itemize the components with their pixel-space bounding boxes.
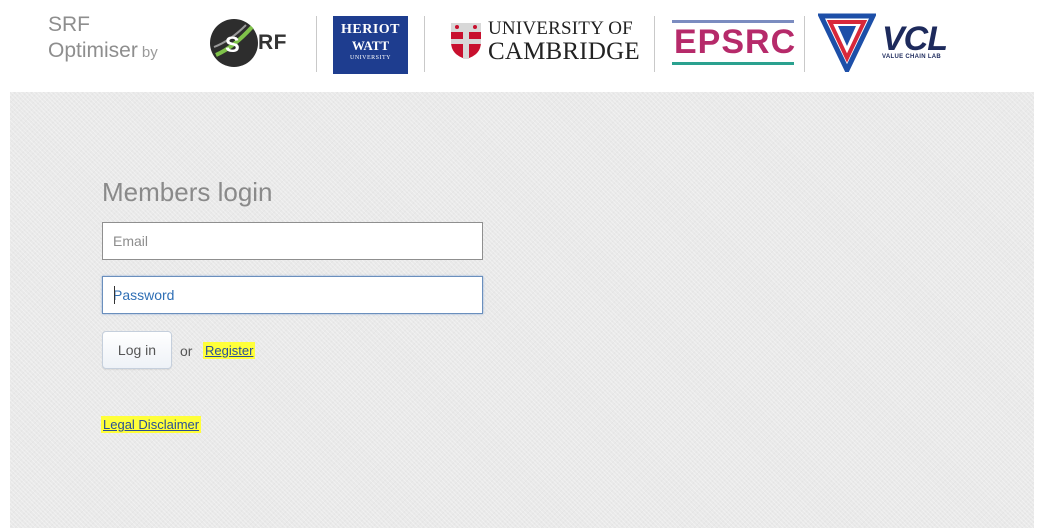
cambridge-shield-icon: [451, 23, 481, 59]
login-panel: Members login Log in or Register Legal D…: [10, 92, 1034, 528]
login-button[interactable]: Log in: [102, 331, 172, 369]
brand-by: by: [141, 44, 158, 61]
heriot-watt-line3: UNIVERSITY: [350, 55, 391, 61]
epsrc-bottom-bar: [672, 62, 794, 65]
register-link[interactable]: Register: [203, 342, 256, 359]
epsrc-logo: EPSRC: [672, 14, 797, 70]
srf-globe-icon: S: [210, 19, 258, 67]
vcl-logo: VCL VALUE CHAIN LAB: [818, 10, 958, 76]
login-title: Members login: [102, 177, 273, 207]
legal-disclaimer-link[interactable]: Legal Disclaimer: [101, 416, 202, 433]
brand-title: SRF Optimiser by: [48, 12, 158, 66]
text-caret: [114, 286, 115, 304]
logo-divider: [804, 16, 805, 72]
brand-line2: Optimiser: [48, 39, 138, 62]
logo-divider: [316, 16, 317, 72]
cambridge-logo: UNIVERSITY OF CAMBRIDGE: [450, 16, 640, 66]
vcl-triangle-icon: [818, 13, 876, 72]
header: SRF Optimiser by S RF HERIOT WATT UNIVERS…: [0, 0, 1040, 92]
cambridge-line1: UNIVERSITY OF: [488, 18, 633, 39]
brand-line1: SRF: [48, 13, 90, 36]
srf-logo-text: RF: [258, 31, 287, 54]
cambridge-line2: CAMBRIDGE: [488, 38, 640, 65]
heriot-watt-logo: HERIOT WATT UNIVERSITY: [333, 16, 408, 74]
email-field[interactable]: [102, 222, 483, 260]
logo-divider: [654, 16, 655, 72]
svg-text:S: S: [225, 32, 240, 57]
or-text: or: [180, 343, 193, 359]
heriot-watt-line2: WATT: [351, 38, 390, 53]
epsrc-text: EPSRC: [674, 23, 797, 61]
srf-logo: S RF: [208, 17, 304, 69]
logo-divider: [424, 16, 425, 72]
vcl-subtitle: VALUE CHAIN LAB: [882, 54, 942, 60]
heriot-watt-line1: HERIOT: [340, 22, 400, 37]
password-field[interactable]: [102, 276, 483, 314]
